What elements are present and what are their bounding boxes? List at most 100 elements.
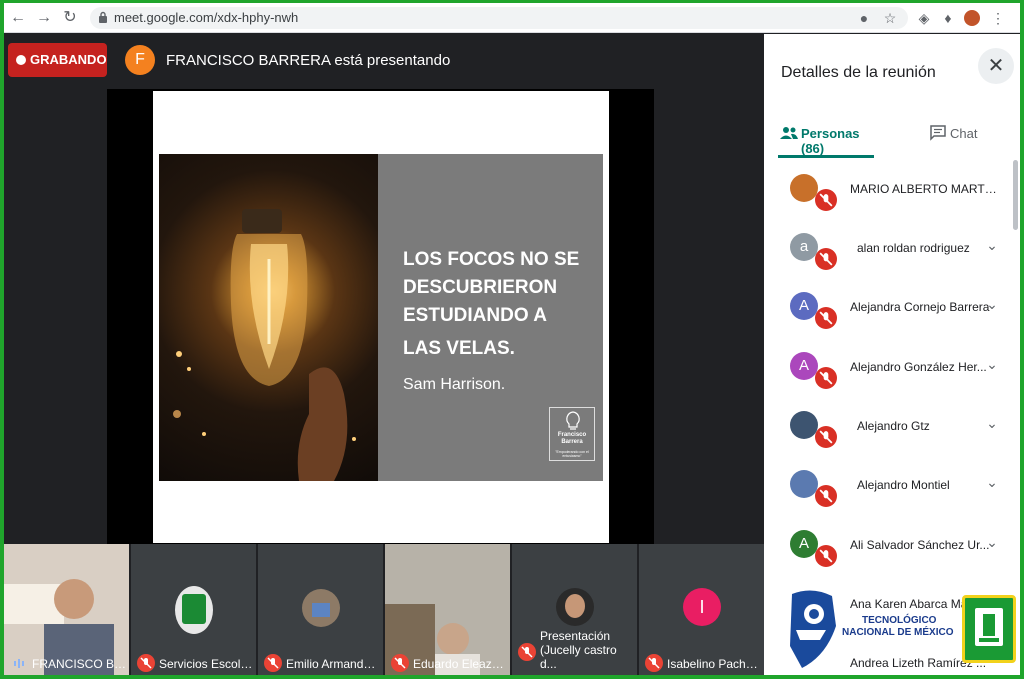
participant-name: Emilio Armando ... [286,657,382,671]
participant-tile[interactable]: FRANCISCO BAR... [4,544,129,675]
presentation-slide: LOS FOCOS NO SE DESCUBRIERON ESTUDIANDO … [153,91,609,543]
person-row[interactable]: Alejandro Gtz ⌄ [764,399,1020,458]
person-row[interactable]: A Alejandro González Her... ⌄ [764,340,1020,399]
person-row[interactable]: a alan roldan rodriguez ⌄ [764,221,1020,280]
green-frame: ← → ↻ meet.google.com/xdx-hphy-nwh ● ☆ ◈… [0,0,1024,679]
tecnm-wordmark: TECNOLÓGICO NACIONAL DE MÉXICO [842,615,954,639]
participant-name: Servicios Escolar... [159,657,255,671]
logo-name: Francisco Barrera [550,432,594,446]
person-avatar [790,174,818,202]
bulb-logo-icon [566,411,580,430]
main-stage: GRABANDO F FRANCISCO BARRERA está presen… [4,34,764,675]
quote-panel: LOS FOCOS NO SE DESCUBRIERON ESTUDIANDO … [378,154,603,481]
quote-line: DESCUBRIERON [403,277,558,298]
forward-icon[interactable]: → [34,8,54,28]
logo-name-line: Barrera [561,439,583,445]
tab-chat[interactable]: Chat [926,114,996,158]
tab-chat-label: Chat [950,126,978,141]
person-row[interactable]: A Ali Salvador Sánchez Ur... ⌄ [764,518,1020,577]
person-name: Alejandro González Her... [850,360,987,374]
person-name: MARIO ALBERTO MARTIN HER... [850,182,1000,196]
quote-text: LOS FOCOS NO SE DESCUBRIERON ESTUDIANDO … [403,246,593,330]
address-bar[interactable]: meet.google.com/xdx-hphy-nwh [90,7,908,29]
quote-line: LOS FOCOS NO SE [403,249,580,270]
person-avatar: A [790,352,818,380]
screen-share: LOS FOCOS NO SE DESCUBRIERON ESTUDIANDO … [107,89,654,544]
participant-tile[interactable]: I Isabelino Pacheco [639,544,764,675]
chevron-down-icon[interactable]: ⌄ [982,413,1002,433]
tab-people-label: Personas (86) [801,126,860,156]
camera-icon[interactable]: ● [854,8,874,28]
participant-tile[interactable]: Emilio Armando ... [258,544,383,675]
chevron-down-icon[interactable]: ⌄ [982,294,1002,314]
presenter-logo: Francisco Barrera "Empoderando con el en… [549,407,595,461]
back-icon[interactable]: ← [8,8,28,28]
presenter-avatar: F [125,45,155,75]
mic-muted-icon [137,654,155,672]
mic-muted-icon [815,485,837,507]
mic-muted-icon [815,189,837,211]
lock-icon [99,11,107,23]
person-row[interactable]: A Alejandra Cornejo Barrera ⌄ [764,280,1020,339]
recording-dot-icon [16,55,26,65]
person-row[interactable]: Alejandro Montiel ⌄ [764,458,1020,517]
quote-line: ESTUDIANDO A [403,305,547,326]
person-name: Alejandra Cornejo Barrera [850,300,990,314]
close-panel-button[interactable]: ✕ [978,48,1014,84]
shield-emblem [975,608,1003,646]
recording-badge: GRABANDO [8,43,107,77]
mic-muted-icon [815,307,837,329]
participant-avatar [302,589,340,627]
logo-slogan: "Empoderando con el entusiasmo" [555,450,589,458]
tecnm-emblem-logo [782,586,840,672]
participant-name: Isabelino Pacheco [667,657,763,671]
person-avatar: A [790,530,818,558]
lightbulb-illustration [173,209,356,481]
mic-muted-icon [391,654,409,672]
lightbulb-photo [159,154,378,481]
participant-avatar [556,588,594,626]
logo-name-line: Francisco [557,432,587,438]
profile-avatar-icon[interactable] [962,8,982,28]
extension-shield-icon[interactable]: ◈ [914,8,934,28]
chevron-down-icon[interactable]: ⌄ [982,235,1002,255]
chevron-down-icon[interactable]: ⌄ [982,532,1002,552]
participant-tile[interactable]: Eduardo Eleazar ... [385,544,510,675]
tec-shield-logo [962,595,1016,663]
tab-people[interactable]: Personas (86) [778,114,874,158]
person-avatar: A [790,292,818,320]
person-avatar [790,411,818,439]
reload-icon[interactable]: ↻ [60,8,80,28]
bookmark-star-icon[interactable]: ☆ [880,8,900,28]
chevron-down-icon[interactable]: ⌄ [982,472,1002,492]
mic-muted-icon [815,248,837,270]
browser-menu-icon[interactable]: ⋮ [988,8,1008,28]
chat-icon [930,125,946,141]
recording-label: GRABANDO [30,52,107,67]
browser-toolbar: ← → ↻ meet.google.com/xdx-hphy-nwh ● ☆ ◈… [4,3,1020,33]
mic-muted-icon [264,654,282,672]
participant-tile[interactable]: Servicios Escolar... [131,544,256,675]
tecnm-line: NACIONAL DE MÉXICO [842,627,954,638]
chevron-down-icon[interactable]: ⌄ [982,354,1002,374]
participant-name: Eduardo Eleazar ... [413,657,509,671]
tecnm-line: TECNOLÓGICO [862,615,937,626]
mic-muted-icon [645,654,663,672]
people-icon [780,127,798,139]
presenting-status: FRANCISCO BARRERA está presentando [166,52,451,69]
quote-author: Sam Harrison. [403,376,506,393]
close-icon: ✕ [987,55,1005,77]
mic-muted-icon [815,545,837,567]
mic-muted-icon [518,643,536,661]
participant-tiles: FRANCISCO BAR... Servicios Escolar... Em… [4,544,764,675]
person-name: Ali Salvador Sánchez Ur... [850,538,990,552]
extensions-puzzle-icon[interactable]: ♦ [938,8,958,28]
meeting-details-panel: Detalles de la reunión ✕ Personas (86) C… [764,34,1020,675]
participant-tile[interactable]: Presentación (Jucelly castro d... [512,544,637,675]
person-row[interactable]: MARIO ALBERTO MARTIN HER... [764,162,1020,221]
mic-muted-icon [815,367,837,389]
participant-avatar: I [683,588,721,626]
url-text: meet.google.com/xdx-hphy-nwh [114,10,299,25]
person-avatar: a [790,233,818,261]
person-avatar [790,470,818,498]
